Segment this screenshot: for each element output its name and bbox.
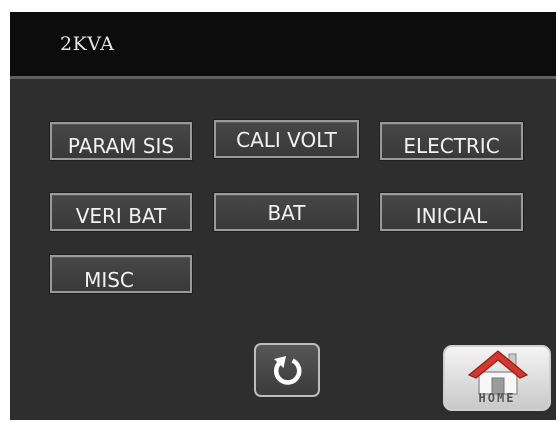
param-sis-button[interactable]: PARAM SIS <box>50 122 192 160</box>
veri-bat-label: VERI BAT <box>75 204 167 228</box>
refresh-icon <box>273 356 302 385</box>
veri-bat-button[interactable]: VERI BAT <box>50 193 192 231</box>
page-title: 2KVA <box>60 33 115 55</box>
misc-label: MISC <box>84 268 134 292</box>
cali-volt-label: CALI VOLT <box>236 128 337 152</box>
bat-button[interactable]: BAT <box>214 193 359 231</box>
bat-label: BAT <box>267 201 306 225</box>
cali-volt-button[interactable]: CALI VOLT <box>214 120 359 158</box>
house-icon <box>467 350 529 395</box>
inicial-button[interactable]: INICIAL <box>380 193 523 231</box>
param-sis-label: PARAM SIS <box>67 134 175 158</box>
home-label: HOME <box>478 391 516 405</box>
title-bar: 2KVA <box>10 12 556 79</box>
home-button[interactable]: HOME <box>443 345 551 411</box>
electric-button[interactable]: ELECTRIC <box>380 122 523 160</box>
refresh-button[interactable] <box>254 343 320 397</box>
inicial-label: INICIAL <box>415 204 488 228</box>
electric-label: ELECTRIC <box>403 134 500 158</box>
screen: 2KVA PARAM SIS CALI VOLT ELECTRIC VERI B… <box>10 12 556 420</box>
misc-button[interactable]: MISC <box>50 255 192 293</box>
